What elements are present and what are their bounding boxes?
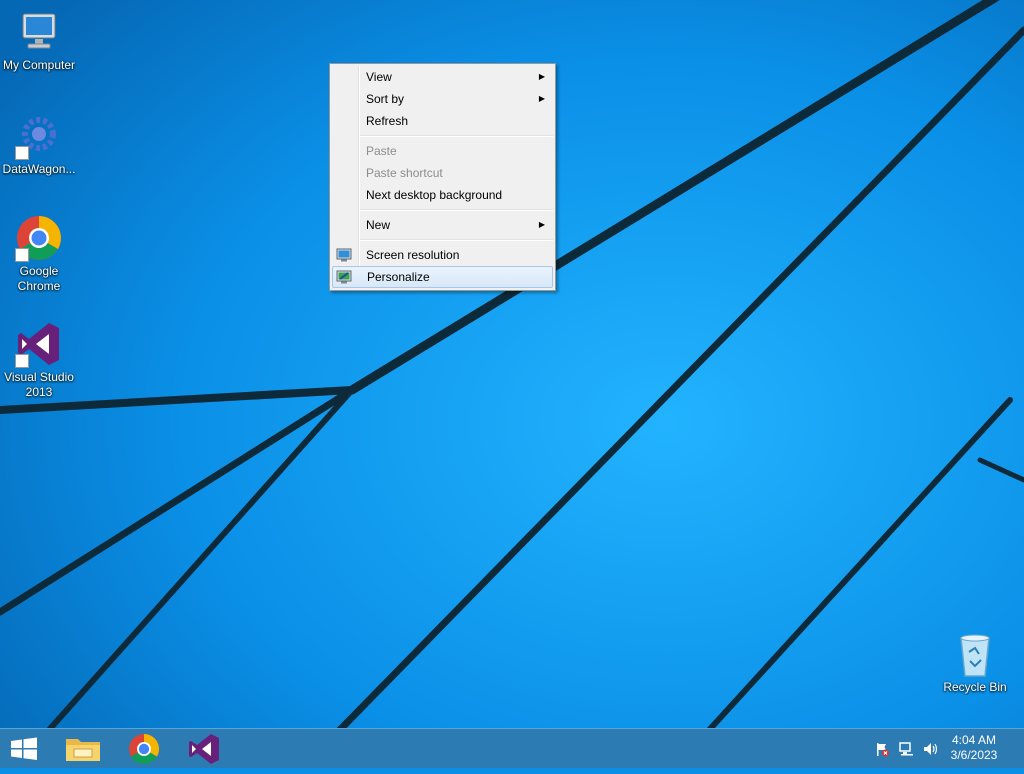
shortcut-arrow-icon (15, 248, 29, 262)
submenu-arrow-icon: ▶ (538, 94, 545, 103)
windows-logo-icon (11, 737, 37, 760)
menu-separator (360, 135, 553, 137)
menu-item-next-desktop-background[interactable]: Next desktop background (332, 184, 553, 206)
recycle-bin-icon (951, 630, 999, 678)
monitor-icon (336, 247, 352, 263)
menu-separator (360, 239, 553, 241)
menu-item-sort-by[interactable]: Sort by ▶ (332, 88, 553, 110)
datawagon-icon (15, 112, 63, 160)
submenu-arrow-icon: ▶ (538, 220, 545, 229)
menu-separator (360, 209, 553, 211)
menu-item-label: Sort by (366, 92, 405, 106)
shortcut-arrow-icon (15, 354, 29, 368)
desktop-icon-label: DataWagon... (2, 162, 76, 176)
menu-item-paste[interactable]: Paste (332, 140, 553, 162)
desktop-icon-google-chrome[interactable]: Google Chrome (0, 214, 78, 294)
taskbar: 4:04 AM 3/6/2023 (0, 728, 1024, 768)
menu-item-label: Paste (366, 144, 397, 158)
taskbar-chrome[interactable] (114, 729, 174, 769)
shortcut-arrow-icon (15, 146, 29, 160)
menu-item-refresh[interactable]: Refresh (332, 110, 553, 132)
personalize-icon (336, 269, 352, 285)
desktop-icon-label: Visual Studio 2013 (4, 370, 74, 399)
volume-icon[interactable] (922, 741, 938, 757)
desktop-icon-recycle-bin[interactable]: Recycle Bin (936, 630, 1014, 695)
menu-item-label: View (366, 70, 392, 84)
start-button[interactable] (0, 729, 48, 769)
menu-item-label: Personalize (367, 270, 430, 284)
desktop-context-menu: View ▶ Sort by ▶ Refresh Paste Paste sho… (329, 63, 556, 291)
network-icon[interactable] (898, 741, 914, 757)
menu-item-personalize[interactable]: Personalize (332, 266, 553, 288)
menu-item-label: Refresh (366, 114, 409, 128)
menu-item-label: Screen resolution (366, 248, 460, 262)
menu-item-view[interactable]: View ▶ (332, 66, 553, 88)
desktop-icon-label: Recycle Bin (943, 680, 1007, 694)
system-clock[interactable]: 4:04 AM 3/6/2023 (944, 733, 1004, 763)
submenu-arrow-icon: ▶ (538, 72, 545, 81)
chrome-icon (129, 734, 160, 765)
desktop-icon-label: My Computer (2, 58, 76, 72)
taskbar-visual-studio[interactable] (174, 729, 234, 769)
menu-item-new[interactable]: New ▶ (332, 214, 553, 236)
menu-item-screen-resolution[interactable]: Screen resolution (332, 244, 553, 266)
taskbar-file-explorer[interactable] (54, 729, 114, 769)
desktop-icon-visual-studio[interactable]: Visual Studio 2013 (0, 320, 78, 400)
menu-item-label: New (366, 218, 391, 232)
action-center-flag-icon[interactable] (874, 741, 890, 757)
file-explorer-icon (66, 739, 100, 761)
menu-item-label: Paste shortcut (366, 166, 443, 180)
desktop-icon-datawagon[interactable]: DataWagon... (0, 112, 78, 177)
menu-item-label: Next desktop background (366, 188, 503, 202)
computer-icon (15, 8, 63, 56)
clock-time: 4:04 AM (951, 733, 997, 747)
chrome-icon (15, 214, 63, 262)
visual-studio-icon (189, 734, 219, 764)
clock-date: 3/6/2023 (950, 748, 998, 762)
menu-item-paste-shortcut[interactable]: Paste shortcut (332, 162, 553, 184)
desktop-icon-my-computer[interactable]: My Computer (0, 8, 78, 73)
desktop-icon-label: Google Chrome (17, 264, 61, 293)
visual-studio-icon (15, 320, 63, 368)
